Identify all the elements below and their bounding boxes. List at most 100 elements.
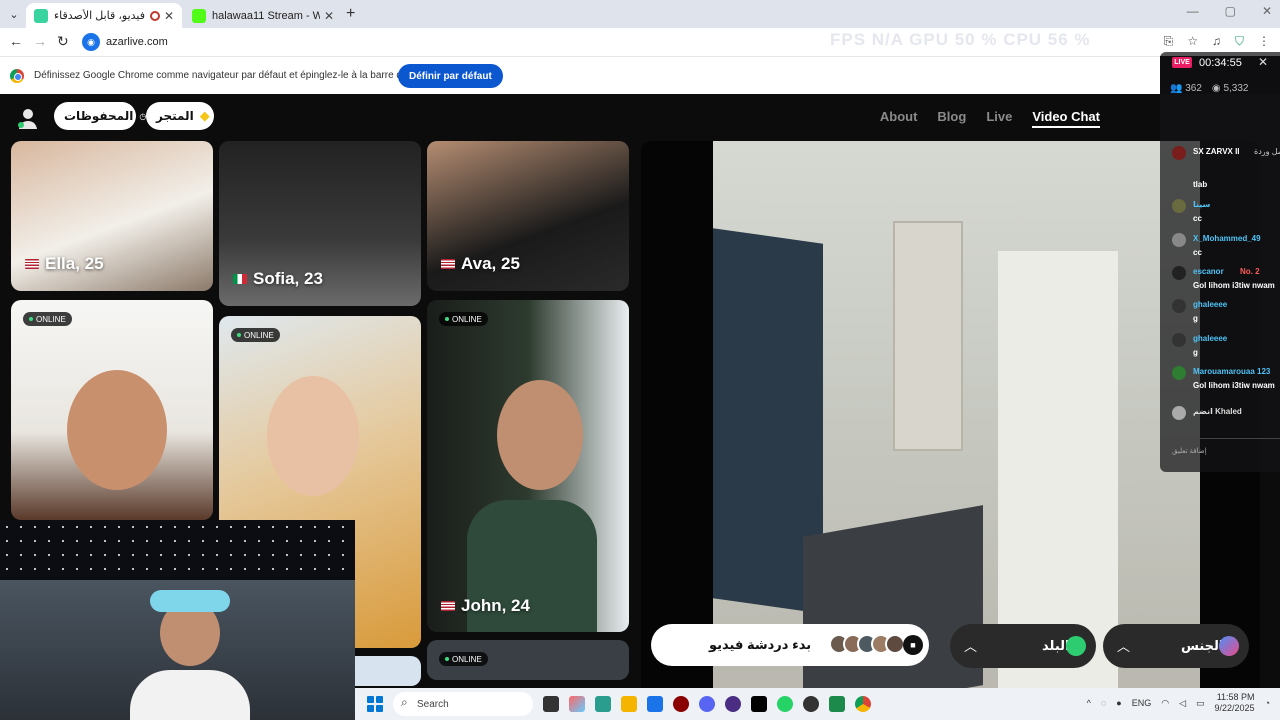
- menu-kebab-icon[interactable]: ⋮: [1258, 34, 1270, 49]
- us-flag-icon: [25, 259, 39, 269]
- app-icon[interactable]: [725, 696, 741, 712]
- gem-icon: ◆: [199, 108, 210, 123]
- language-indicator[interactable]: ENG: [1132, 698, 1152, 708]
- chat-header: LIVE 00:34:55 ✕: [1160, 52, 1280, 74]
- region-filter-button[interactable]: ︿ البلد: [950, 624, 1096, 668]
- gender-label: الجنس: [1181, 638, 1224, 653]
- us-flag-icon: [441, 601, 455, 611]
- tab-title: أزار: دردشة فيديو، قابل الأصدقاء: [54, 10, 146, 22]
- edge-icon[interactable]: [595, 696, 611, 712]
- stream-timer: 00:34:55: [1199, 57, 1242, 69]
- app-icon[interactable]: [673, 696, 689, 712]
- url-text: azarlive.com: [106, 36, 168, 48]
- tab-azar[interactable]: أزار: دردشة فيديو، قابل الأصدقاء ✕: [26, 3, 182, 28]
- close-window-button[interactable]: ✕: [1262, 4, 1272, 18]
- copilot-icon[interactable]: [569, 696, 585, 712]
- globe-icon: [1066, 636, 1086, 656]
- us-flag-icon: [441, 259, 455, 269]
- tab-close-icon[interactable]: ✕: [164, 9, 174, 23]
- network-icon[interactable]: ◌: [1101, 698, 1106, 708]
- notifications-icon[interactable]: ◔: [1265, 698, 1270, 708]
- minimize-button[interactable]: —: [1187, 4, 1199, 18]
- nav-blog[interactable]: Blog: [937, 109, 966, 128]
- profile-avatar-icon[interactable]: [16, 106, 40, 130]
- new-tab-button[interactable]: +: [346, 5, 355, 23]
- chat-comment-input[interactable]: إضافة تعليق: [1160, 438, 1280, 464]
- avatar: [1172, 146, 1186, 160]
- start-video-chat-button[interactable]: بدء دردشة فيديو ■: [651, 624, 929, 666]
- face-placeholder: [67, 370, 167, 490]
- whatsapp-icon[interactable]: [777, 696, 793, 712]
- task-view-icon[interactable]: [543, 696, 559, 712]
- it-flag-icon: [233, 274, 247, 284]
- chevron-up-icon[interactable]: ^: [1087, 698, 1091, 708]
- profile-card[interactable]: Ava, 25: [427, 141, 629, 291]
- file-explorer-icon[interactable]: [621, 696, 637, 712]
- live-chat-overlay: LIVE 00:34:55 ✕ 👥 362 ◉ 5,332 SX ZARVX I…: [1160, 52, 1280, 472]
- shop-button[interactable]: المتجر ◆: [146, 102, 214, 130]
- profile-card[interactable]: Ella, 25: [11, 141, 213, 291]
- gender-filter-button[interactable]: ︿ الجنس: [1103, 624, 1249, 668]
- starry-ceiling: [0, 520, 355, 580]
- start-chat-label: بدء دردشة فيديو: [709, 637, 812, 652]
- infobar-message: Définissez Google Chrome comme navigateu…: [34, 70, 445, 81]
- reload-icon[interactable]: ↻: [57, 33, 69, 50]
- forward-arrow-icon[interactable]: →: [33, 33, 47, 49]
- taskbar-apps: [543, 696, 871, 712]
- online-badge: ONLINE: [23, 312, 72, 326]
- profile-card[interactable]: ONLINE: [427, 640, 629, 680]
- taskbar-clock[interactable]: 11:58 PM 9/22/2025: [1215, 692, 1255, 714]
- cabinet-placeholder: [803, 505, 983, 701]
- likes-count: ◉ 5,332: [1211, 83, 1249, 94]
- streamer-webcam-overlay: [0, 520, 355, 720]
- media-controls-icon[interactable]: ♫: [1212, 34, 1221, 49]
- profile-card[interactable]: ONLINE: [11, 300, 213, 520]
- avatar: [1172, 233, 1186, 247]
- nav-video-chat[interactable]: Video Chat: [1032, 109, 1100, 128]
- nav-about[interactable]: About: [880, 109, 918, 128]
- extension-icon[interactable]: ⛉: [1235, 34, 1244, 49]
- tiktok-icon[interactable]: [751, 696, 767, 712]
- battery-icon[interactable]: ▭: [1196, 698, 1205, 709]
- chrome-tab-bar: ⌄ أزار: دردشة فيديو، قابل الأصدقاء ✕ hal…: [0, 0, 1280, 28]
- default-browser-infobar: Définissez Google Chrome comme navigateu…: [0, 56, 1160, 94]
- tab-close-icon[interactable]: ✕: [324, 9, 334, 23]
- install-icon[interactable]: ⎘: [1164, 34, 1174, 49]
- saved-button[interactable]: المحفوظات ◷: [54, 102, 147, 130]
- maximize-button[interactable]: ▢: [1225, 4, 1236, 18]
- mic-icon[interactable]: ●: [1116, 698, 1121, 708]
- windows-start-icon[interactable]: [367, 696, 383, 712]
- close-icon[interactable]: ✕: [1258, 55, 1268, 69]
- windows-taskbar: Search ^ ◌ ● ENG ◠ ◁ ▭ 11:58 PM: [355, 688, 1280, 720]
- set-default-button[interactable]: Définir par défaut: [398, 64, 503, 88]
- avatar: [1172, 333, 1186, 347]
- wifi-icon[interactable]: ◠: [1161, 698, 1169, 709]
- site-nav: About Blog Live Video Chat: [880, 109, 1100, 128]
- online-badge: ONLINE: [231, 328, 280, 342]
- door-placeholder: [893, 221, 963, 451]
- tab-list-chevron-icon[interactable]: ⌄: [4, 4, 24, 24]
- profile-card[interactable]: ONLINE John, 24: [427, 300, 629, 632]
- toolbar-icons: ⎘ ☆ ♫ ⛉ ⋮: [1164, 34, 1270, 49]
- nav-live[interactable]: Live: [986, 109, 1012, 128]
- volume-icon[interactable]: ◁: [1179, 698, 1186, 709]
- gender-icon: [1219, 636, 1239, 656]
- tab-kick[interactable]: halawaa11 Stream - Watch Live ✕: [184, 3, 342, 28]
- store-icon[interactable]: [647, 696, 663, 712]
- profile-name: Ella, 25: [25, 254, 104, 274]
- back-arrow-icon[interactable]: ←: [9, 33, 23, 49]
- streamer-shirt: [130, 670, 250, 720]
- taskbar-search[interactable]: Search: [393, 692, 533, 716]
- site-info-icon[interactable]: ◉: [82, 33, 100, 51]
- system-tray: ^ ◌ ● ENG ◠ ◁ ▭ 11:58 PM 9/22/2025 ◔: [1087, 692, 1270, 714]
- app-icon[interactable]: [829, 696, 845, 712]
- bookmark-star-icon[interactable]: ☆: [1187, 34, 1198, 49]
- recording-icon: [149, 10, 160, 21]
- streamer-cap: [150, 590, 230, 612]
- avatar: [1172, 199, 1186, 213]
- chevron-up-icon: ︿: [964, 639, 978, 654]
- profile-card[interactable]: Sofia, 23: [219, 141, 421, 306]
- discord-icon[interactable]: [699, 696, 715, 712]
- obs-icon[interactable]: [803, 696, 819, 712]
- chrome-icon[interactable]: [855, 696, 871, 712]
